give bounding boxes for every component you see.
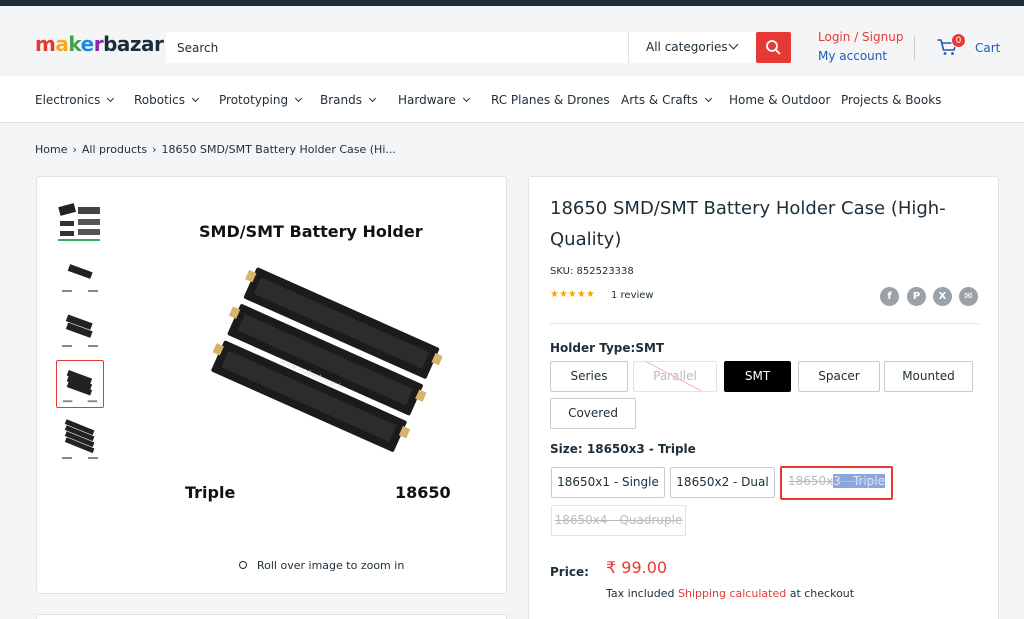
holder-option-parallel[interactable]: Parallel — [633, 361, 717, 392]
battery-holder-illustration: www.makerbazar.in — [211, 267, 442, 452]
x-share-icon[interactable]: X — [933, 287, 952, 306]
thumbnail-3[interactable] — [56, 305, 104, 353]
breadcrumb-all-products[interactable]: All products — [82, 143, 147, 156]
chevron-down-icon — [462, 94, 470, 103]
chevron-down-icon — [295, 94, 303, 103]
lower-panel — [36, 614, 507, 619]
chevron-down-icon — [728, 39, 739, 50]
logo[interactable]: makerbazar — [35, 32, 164, 56]
nav-item-brands[interactable]: Brands — [320, 93, 377, 107]
chevron-down-icon — [191, 94, 200, 103]
login-signup-link[interactable]: Login / Signup — [818, 30, 903, 44]
breadcrumb-separator: › — [72, 143, 77, 156]
size-option-single[interactable]: 18650x1 - Single — [551, 467, 665, 498]
pinterest-share-icon[interactable]: P — [907, 287, 926, 306]
category-select-label: All categories — [646, 40, 728, 54]
chevron-down-icon — [704, 94, 712, 103]
nav-item-hardware[interactable]: Hardware — [398, 93, 470, 107]
my-account-link[interactable]: My account — [818, 49, 887, 63]
header-divider — [914, 36, 915, 60]
breadcrumb-home[interactable]: Home — [35, 143, 67, 156]
holder-option-smt[interactable]: SMT — [724, 361, 791, 392]
nav-item-home-outdoor[interactable]: Home & Outdoor — [729, 93, 830, 107]
cart-count-badge: 0 — [951, 33, 966, 48]
price-label: Price: — [550, 565, 589, 579]
size-option-quadruple[interactable]: 18650x4 - Quadruple — [551, 505, 686, 536]
holder-option-covered[interactable]: Covered — [550, 398, 636, 429]
thumbnail-2[interactable] — [56, 252, 104, 300]
nav-item-rc-planes-drones[interactable]: RC Planes & Drones — [491, 93, 610, 107]
image-label-right: 18650 — [395, 483, 451, 502]
thumbnail-5[interactable] — [56, 415, 104, 463]
zoom-icon — [239, 561, 247, 569]
thumbnail-4-selected[interactable] — [56, 360, 104, 408]
cart-link[interactable]: Cart — [975, 41, 1000, 55]
zoom-hint: Roll over image to zoom in — [239, 559, 404, 572]
thumbnail-image — [62, 419, 98, 459]
holder-option-series[interactable]: Series — [550, 361, 628, 392]
search-icon — [766, 40, 781, 55]
size-option-triple-selected[interactable]: 18650x3 - Triple — [780, 466, 893, 500]
main-product-image[interactable]: SMD/SMT Battery Holder www.makerbazar.in… — [177, 207, 467, 517]
thumbnail-image — [58, 203, 100, 241]
category-select[interactable]: All categories — [628, 32, 755, 63]
product-sku: SKU: 852523338 — [550, 266, 634, 277]
rating-stars-icon[interactable]: ★★★★★ — [550, 289, 595, 300]
nav-item-arts-crafts[interactable]: Arts & Crafts — [621, 93, 712, 107]
breadcrumb-separator: › — [152, 143, 157, 156]
nav-item-robotics[interactable]: Robotics — [134, 93, 200, 107]
product-title: 18650 SMD/SMT Battery Holder Case (High-… — [550, 198, 946, 250]
shipping-link[interactable]: Shipping calculated — [678, 587, 786, 600]
review-count-link[interactable]: 1 review — [611, 290, 654, 301]
thumbnail-1[interactable] — [56, 199, 104, 247]
facebook-share-icon[interactable]: f — [880, 287, 899, 306]
search-input[interactable] — [166, 32, 628, 63]
search-button[interactable] — [756, 32, 791, 63]
thumbnail-image — [62, 314, 98, 347]
nav-item-electronics[interactable]: Electronics — [35, 93, 115, 107]
size-value: 18650x3 - Triple — [586, 442, 696, 456]
image-label-left: Triple — [185, 483, 236, 502]
section-divider — [550, 323, 979, 324]
holder-option-spacer[interactable]: Spacer — [798, 361, 880, 392]
thumbnail-image — [62, 370, 98, 403]
nav-item-projects-books[interactable]: Projects & Books — [841, 93, 941, 107]
thumbnail-image — [62, 264, 98, 292]
holder-option-mounted[interactable]: Mounted — [884, 361, 973, 392]
nav-item-prototyping[interactable]: Prototyping — [219, 93, 303, 107]
email-share-icon[interactable]: ✉ — [959, 287, 978, 306]
search-bar: All categories — [166, 32, 791, 63]
holder-type-label: Holder Type:SMT — [550, 341, 665, 355]
selected-text-highlight: 3 - Triple — [833, 474, 886, 488]
image-caption: SMD/SMT Battery Holder — [199, 222, 423, 241]
product-gallery: SMD/SMT Battery Holder www.makerbazar.in… — [36, 176, 507, 594]
size-option-dual[interactable]: 18650x2 - Dual — [670, 467, 775, 498]
price-value: ₹ 99.00 — [606, 558, 668, 577]
product-info-panel: 18650 SMD/SMT Battery Holder Case (High-… — [528, 176, 999, 619]
chevron-down-icon — [368, 94, 377, 103]
tax-note: Tax included Shipping calculated at chec… — [606, 587, 855, 600]
size-label: Size: 18650x3 - Triple — [550, 442, 696, 456]
holder-type-value: SMT — [635, 341, 665, 355]
breadcrumb: Home › All products › 18650 SMD/SMT Battery … — [35, 143, 396, 156]
site-header: makerbazar All categories Login / Signup… — [0, 6, 1024, 76]
chevron-down-icon — [107, 94, 115, 103]
breadcrumb-current: 18650 SMD/SMT Battery Holder Case (Hi... — [161, 143, 396, 156]
main-nav: Electronics Robotics Prototyping Brands … — [0, 76, 1024, 123]
